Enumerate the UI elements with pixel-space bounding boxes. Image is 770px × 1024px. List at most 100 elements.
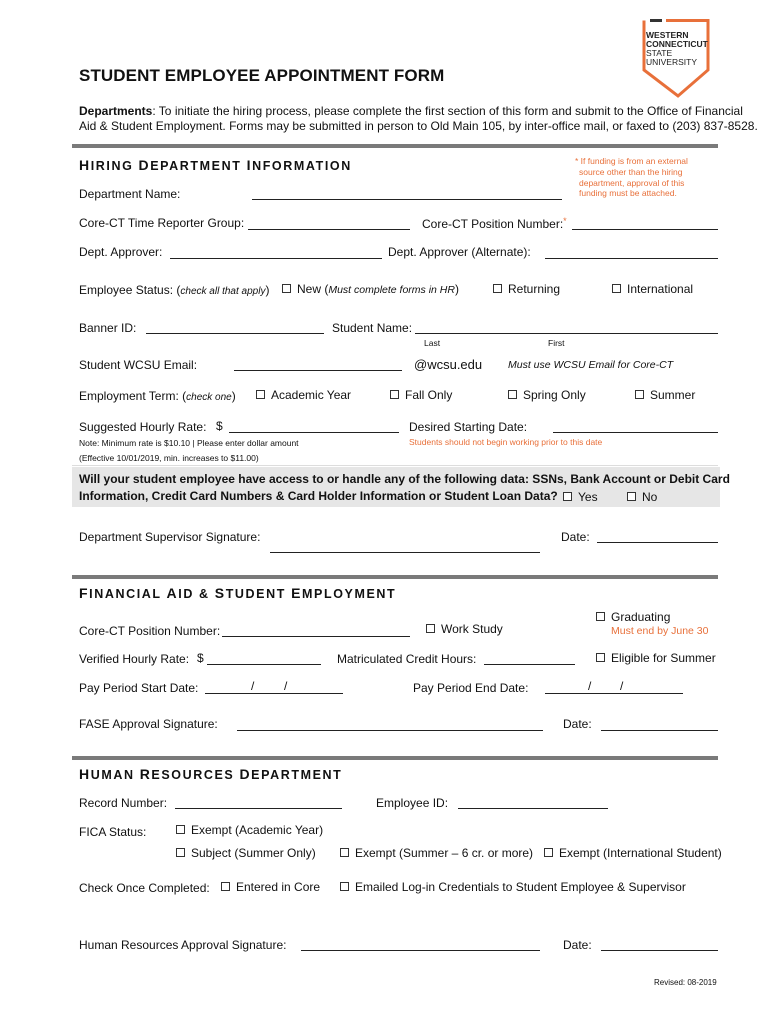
start-date-field[interactable] bbox=[553, 432, 718, 433]
graduating-note: Must end by June 30 bbox=[611, 625, 709, 637]
checkbox-new[interactable] bbox=[282, 284, 291, 293]
checkbox-entered-in-core[interactable] bbox=[221, 882, 230, 891]
fica-exempt-summer-option[interactable]: Exempt (Summer – 6 cr. or more) bbox=[340, 846, 533, 860]
email-field[interactable] bbox=[234, 370, 402, 371]
email-note: Must use WCSU Email for Core-CT bbox=[508, 359, 674, 371]
checkbox-work-study[interactable] bbox=[426, 624, 435, 633]
employee-id-label: Employee ID: bbox=[376, 796, 449, 810]
section-divider-hiring bbox=[72, 144, 718, 148]
record-number-field[interactable] bbox=[175, 808, 342, 809]
email-label: Student WCSU Email: bbox=[79, 358, 198, 372]
term-summer-option[interactable]: Summer bbox=[635, 388, 695, 402]
checkbox-no[interactable] bbox=[627, 492, 636, 501]
dept-approver-field[interactable] bbox=[170, 258, 382, 259]
data-access-yes-option[interactable]: Yes bbox=[563, 490, 598, 504]
graduating-option[interactable]: Graduating bbox=[596, 610, 670, 624]
intro-lead: Departments bbox=[79, 104, 153, 118]
banner-id-field[interactable] bbox=[146, 333, 324, 334]
supervisor-signature-field[interactable] bbox=[270, 552, 540, 553]
email-domain: @wcsu.edu bbox=[414, 357, 483, 372]
hr-date-field[interactable] bbox=[601, 950, 718, 951]
checkbox-fall-only[interactable] bbox=[390, 390, 399, 399]
checkbox-summer[interactable] bbox=[635, 390, 644, 399]
check-completed-label: Check Once Completed: bbox=[79, 881, 210, 895]
record-number-label: Record Number: bbox=[79, 796, 168, 810]
credit-hours-field[interactable] bbox=[484, 664, 575, 665]
checkbox-graduating[interactable] bbox=[596, 612, 605, 621]
entered-in-core-option[interactable]: Entered in Core bbox=[221, 880, 320, 894]
employee-id-field[interactable] bbox=[458, 808, 608, 809]
intro-line-1: Departments: To initiate the hiring proc… bbox=[79, 104, 743, 118]
student-name-field[interactable] bbox=[415, 333, 718, 334]
checkbox-fica-exempt-academic[interactable] bbox=[176, 825, 185, 834]
term-spring-only-option[interactable]: Spring Only bbox=[508, 388, 586, 402]
eligible-summer-option[interactable]: Eligible for Summer bbox=[596, 651, 716, 665]
supervisor-signature-label: Department Supervisor Signature: bbox=[79, 530, 261, 544]
fica-subject-summer-option[interactable]: Subject (Summer Only) bbox=[176, 846, 316, 860]
checkbox-fica-subject-summer[interactable] bbox=[176, 848, 185, 857]
pay-start-slash-1: / bbox=[251, 679, 255, 693]
name-last-hint: Last bbox=[424, 338, 441, 348]
fica-exempt-international-option[interactable]: Exempt (International Student) bbox=[544, 846, 722, 860]
verified-rate-dollar: $ bbox=[197, 651, 204, 665]
checkbox-academic-year[interactable] bbox=[256, 390, 265, 399]
checkbox-fica-exempt-international[interactable] bbox=[544, 848, 553, 857]
term-academic-year-option[interactable]: Academic Year bbox=[256, 388, 351, 402]
status-international-option[interactable]: International bbox=[612, 282, 693, 296]
hourly-rate-dollar: $ bbox=[216, 419, 223, 433]
student-name-label: Student Name: bbox=[332, 321, 413, 335]
position-number-field[interactable] bbox=[572, 229, 718, 230]
hr-date-label: Date: bbox=[563, 938, 592, 952]
intro-text-1: : To initiate the hiring process, please… bbox=[152, 104, 743, 118]
position-number-label: Core-CT Position Number:* bbox=[422, 216, 567, 231]
checkbox-emailed-credentials[interactable] bbox=[340, 882, 349, 891]
data-access-question-line2: Information, Credit Card Numbers & Card … bbox=[79, 489, 558, 503]
section-title-hr: HUMAN RESOURCES DEPARTMENT bbox=[79, 766, 343, 782]
term-fall-only-option[interactable]: Fall Only bbox=[390, 388, 452, 402]
pay-end-field[interactable] bbox=[545, 693, 683, 694]
logo-line-university: UNIVERSITY bbox=[646, 57, 698, 67]
section-title-hiring: HIRING DEPARTMENT INFORMATION bbox=[79, 157, 352, 173]
pay-end-label: Pay Period End Date: bbox=[413, 681, 529, 695]
emailed-credentials-option[interactable]: Emailed Log-in Credentials to Student Em… bbox=[340, 880, 686, 894]
fase-signature-field[interactable] bbox=[237, 730, 543, 731]
banner-id-label: Banner ID: bbox=[79, 321, 137, 335]
hourly-rate-field[interactable] bbox=[229, 432, 399, 433]
work-study-option[interactable]: Work Study bbox=[426, 622, 503, 636]
data-access-no-option[interactable]: No bbox=[627, 490, 657, 504]
start-date-label: Desired Starting Date: bbox=[409, 420, 528, 434]
status-returning-option[interactable]: Returning bbox=[493, 282, 560, 296]
checkbox-international[interactable] bbox=[612, 284, 621, 293]
hourly-rate-label: Suggested Hourly Rate: bbox=[79, 420, 207, 434]
dept-approver-alt-field[interactable] bbox=[545, 258, 718, 259]
pay-end-slash-1: / bbox=[588, 679, 592, 693]
checkbox-fica-exempt-summer[interactable] bbox=[340, 848, 349, 857]
checkbox-returning[interactable] bbox=[493, 284, 502, 293]
checkbox-yes[interactable] bbox=[563, 492, 572, 501]
verified-rate-field[interactable] bbox=[207, 664, 321, 665]
revised-date: Revised: 08-2019 bbox=[654, 978, 717, 987]
hr-signature-field[interactable] bbox=[301, 950, 540, 951]
start-date-note: Students should not begin working prior … bbox=[409, 437, 603, 447]
logo-dark-bar bbox=[650, 19, 662, 22]
supervisor-date-field[interactable] bbox=[597, 542, 718, 543]
time-reporter-group-field[interactable] bbox=[248, 229, 410, 230]
fase-date-field[interactable] bbox=[601, 730, 718, 731]
pay-start-slash-2: / bbox=[284, 679, 288, 693]
name-first-hint: First bbox=[548, 338, 565, 348]
dept-approver-label: Dept. Approver: bbox=[79, 245, 163, 259]
fase-signature-label: FASE Approval Signature: bbox=[79, 717, 218, 731]
fase-position-number-label: Core-CT Position Number: bbox=[79, 624, 221, 638]
department-name-field[interactable] bbox=[252, 199, 562, 200]
checkbox-eligible-summer[interactable] bbox=[596, 653, 605, 662]
rate-note: Note: Minimum rate is $10.10 | Please en… bbox=[79, 438, 299, 448]
fica-exempt-academic-option[interactable]: Exempt (Academic Year) bbox=[176, 823, 323, 837]
section-divider-hr bbox=[72, 756, 718, 760]
fase-position-number-field[interactable] bbox=[222, 636, 410, 637]
hr-signature-label: Human Resources Approval Signature: bbox=[79, 938, 287, 952]
status-new-option[interactable]: New (Must complete forms in HR) bbox=[282, 282, 459, 296]
credit-hours-label: Matriculated Credit Hours: bbox=[337, 652, 477, 666]
checkbox-spring-only[interactable] bbox=[508, 390, 517, 399]
data-access-question-line1: Will your student employee have access t… bbox=[79, 472, 730, 486]
pay-start-field[interactable] bbox=[205, 693, 343, 694]
